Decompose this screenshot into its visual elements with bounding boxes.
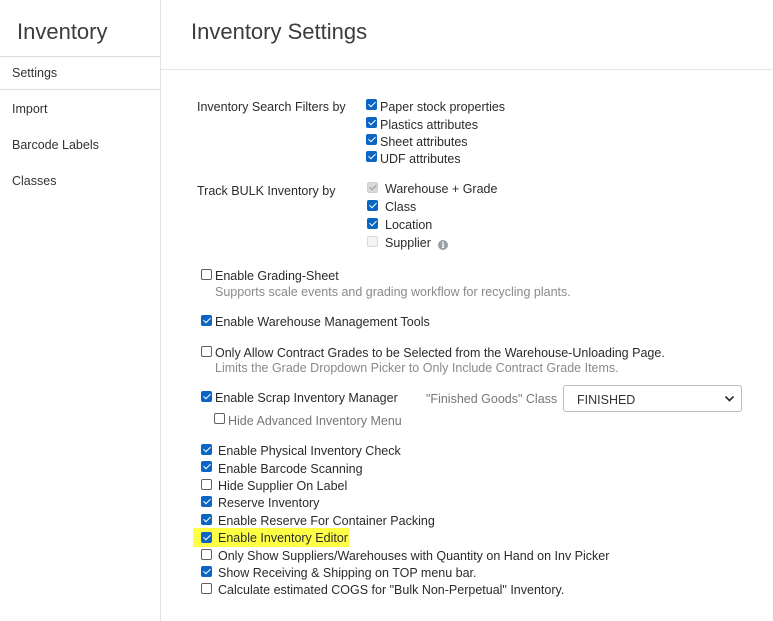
paper-stock-label: Paper stock properties <box>380 100 506 114</box>
sheet-checkbox[interactable] <box>366 134 377 145</box>
inventory-editor-checkbox[interactable] <box>201 532 212 543</box>
finished-goods-class-value: FINISHED <box>577 393 636 407</box>
estimated-cogs-checkbox[interactable] <box>201 583 212 594</box>
plastics-checkbox[interactable] <box>366 117 377 128</box>
plastics-label: Plastics attributes <box>380 118 478 132</box>
finished-goods-class-label: "Finished Goods" Class <box>426 392 558 406</box>
hide-advanced-menu-checkbox[interactable] <box>214 413 225 424</box>
sidebar-item-settings[interactable]: Settings <box>12 66 57 80</box>
warehouse-tools-label: Enable Warehouse Management Tools <box>215 315 430 329</box>
bulk-tracking-label: Track BULK Inventory by <box>197 184 336 198</box>
class-checkbox[interactable] <box>367 200 378 211</box>
sidebar-item-barcode-labels[interactable]: Barcode Labels <box>12 138 99 152</box>
grading-sheet-label: Enable Grading-Sheet <box>215 269 339 283</box>
header-divider <box>161 69 773 70</box>
barcode-scanning-label: Enable Barcode Scanning <box>218 462 363 476</box>
chevron-down-icon <box>724 395 735 402</box>
grading-sheet-checkbox[interactable] <box>201 269 212 280</box>
paper-stock-checkbox[interactable] <box>366 99 377 110</box>
page-title: Inventory Settings <box>191 19 368 44</box>
reserve-container-checkbox[interactable] <box>201 514 212 525</box>
udf-checkbox[interactable] <box>366 151 377 162</box>
scrap-manager-label: Enable Scrap Inventory Manager <box>215 391 398 405</box>
contract-grades-checkbox[interactable] <box>201 346 212 357</box>
reserve-container-label: Enable Reserve For Container Packing <box>218 514 435 528</box>
hide-supplier-checkbox[interactable] <box>201 479 212 490</box>
contract-grades-label: Only Allow Contract Grades to be Selecte… <box>215 346 665 360</box>
reserve-inventory-checkbox[interactable] <box>201 496 212 507</box>
warehouse-grade-label: Warehouse + Grade <box>385 182 498 196</box>
warehouse-grade-checkbox <box>367 182 378 193</box>
hide-advanced-menu-label: Hide Advanced Inventory Menu <box>228 414 402 428</box>
info-icon[interactable]: i <box>438 240 448 250</box>
barcode-scanning-checkbox[interactable] <box>201 461 212 472</box>
udf-label: UDF attributes <box>380 152 461 166</box>
sheet-label: Sheet attributes <box>380 135 468 149</box>
show-receiving-shipping-label: Show Receiving & Shipping on TOP menu ba… <box>218 566 477 580</box>
physical-inventory-checkbox[interactable] <box>201 444 212 455</box>
supplier-checkbox <box>367 236 378 247</box>
search-filters-label: Inventory Search Filters by <box>197 100 346 114</box>
contract-grades-description: Limits the Grade Dropdown Picker to Only… <box>215 361 619 375</box>
sidebar: Inventory Settings Import Barcode Labels… <box>0 0 161 621</box>
suppliers-quantity-label: Only Show Suppliers/Warehouses with Quan… <box>218 549 610 563</box>
sidebar-divider <box>0 89 160 90</box>
hide-supplier-label: Hide Supplier On Label <box>218 479 348 493</box>
show-receiving-shipping-checkbox[interactable] <box>201 566 212 577</box>
estimated-cogs-label: Calculate estimated COGS for "Bulk Non-P… <box>218 583 565 597</box>
reserve-inventory-label: Reserve Inventory <box>218 496 320 510</box>
location-checkbox[interactable] <box>367 218 378 229</box>
sidebar-divider <box>0 56 160 57</box>
warehouse-tools-checkbox[interactable] <box>201 315 212 326</box>
sidebar-item-classes[interactable]: Classes <box>12 174 56 188</box>
scrap-manager-checkbox[interactable] <box>201 391 212 402</box>
sidebar-title: Inventory <box>17 19 108 44</box>
grading-sheet-description: Supports scale events and grading workfl… <box>215 285 571 299</box>
physical-inventory-label: Enable Physical Inventory Check <box>218 444 401 458</box>
location-label: Location <box>385 218 433 232</box>
sidebar-item-import[interactable]: Import <box>12 102 47 116</box>
supplier-label: Supplier <box>385 236 431 250</box>
finished-goods-class-select[interactable]: FINISHED <box>563 385 742 412</box>
inventory-editor-label: Enable Inventory Editor <box>218 531 348 545</box>
class-label: Class <box>385 200 417 214</box>
suppliers-quantity-checkbox[interactable] <box>201 549 212 560</box>
